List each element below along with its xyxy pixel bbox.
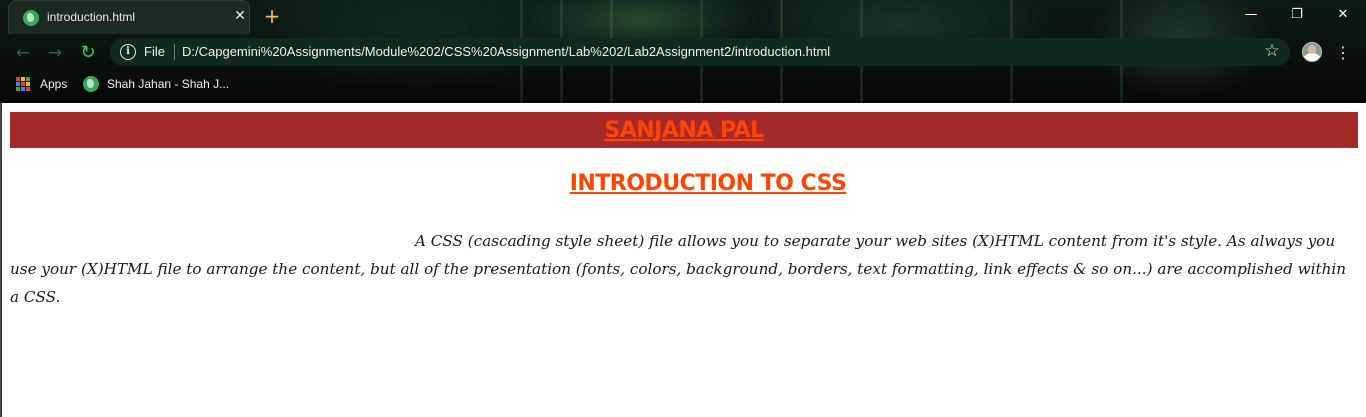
browser-chrome: introduction.html ✕ + — ❐ ✕ ← → ↻ i File…: [0, 0, 1366, 103]
restore-button[interactable]: ❐: [1276, 0, 1318, 30]
banner-title: SANJANA PAL: [604, 118, 764, 143]
apps-dot: [16, 82, 20, 86]
scheme-label: File: [144, 44, 165, 59]
apps-dot: [21, 82, 25, 86]
reload-button[interactable]: ↻: [77, 42, 99, 64]
apps-dot: [26, 87, 30, 91]
bookmark-star-icon[interactable]: ☆: [1262, 41, 1282, 61]
apps-dot: [21, 77, 25, 81]
apps-grid-icon[interactable]: [16, 77, 30, 91]
apps-dot: [21, 87, 25, 91]
browser-tab[interactable]: introduction.html ✕: [8, 0, 250, 34]
avatar[interactable]: [1302, 42, 1322, 62]
address-bar[interactable]: i File D:/Capgemini%20Assignments/Module…: [110, 38, 1290, 66]
close-window-button[interactable]: ✕: [1322, 0, 1364, 30]
url-text[interactable]: D:/Capgemini%20Assignments/Module%202/CS…: [182, 44, 830, 59]
apps-dot: [26, 77, 30, 81]
info-icon[interactable]: i: [120, 44, 136, 60]
forward-button[interactable]: →: [44, 42, 66, 64]
globe-icon: [23, 10, 39, 26]
minimize-button[interactable]: —: [1230, 0, 1272, 30]
page-heading: INTRODUCTION TO CSS: [569, 171, 847, 196]
divider: [174, 44, 175, 60]
back-button[interactable]: ←: [12, 42, 34, 64]
bookmark-shah-jahan[interactable]: Shah Jahan - Shah J...: [107, 74, 229, 94]
intro-paragraph: A CSS (cascading style sheet) file allow…: [10, 232, 1347, 306]
name-banner: SANJANA PAL: [10, 112, 1358, 148]
kebab-menu-icon[interactable]: ⋮: [1335, 42, 1351, 64]
apps-dot: [16, 87, 20, 91]
page-content: SANJANA PAL INTRODUCTION TO CSS A CSS (c…: [2, 103, 1366, 417]
apps-dot: [16, 77, 20, 81]
tab-title: introduction.html: [47, 10, 136, 24]
bookmark-apps[interactable]: Apps: [40, 74, 67, 94]
close-tab-icon[interactable]: ✕: [231, 7, 249, 25]
new-tab-button[interactable]: +: [262, 6, 282, 26]
apps-dot: [26, 82, 30, 86]
globe-icon: [83, 76, 99, 92]
